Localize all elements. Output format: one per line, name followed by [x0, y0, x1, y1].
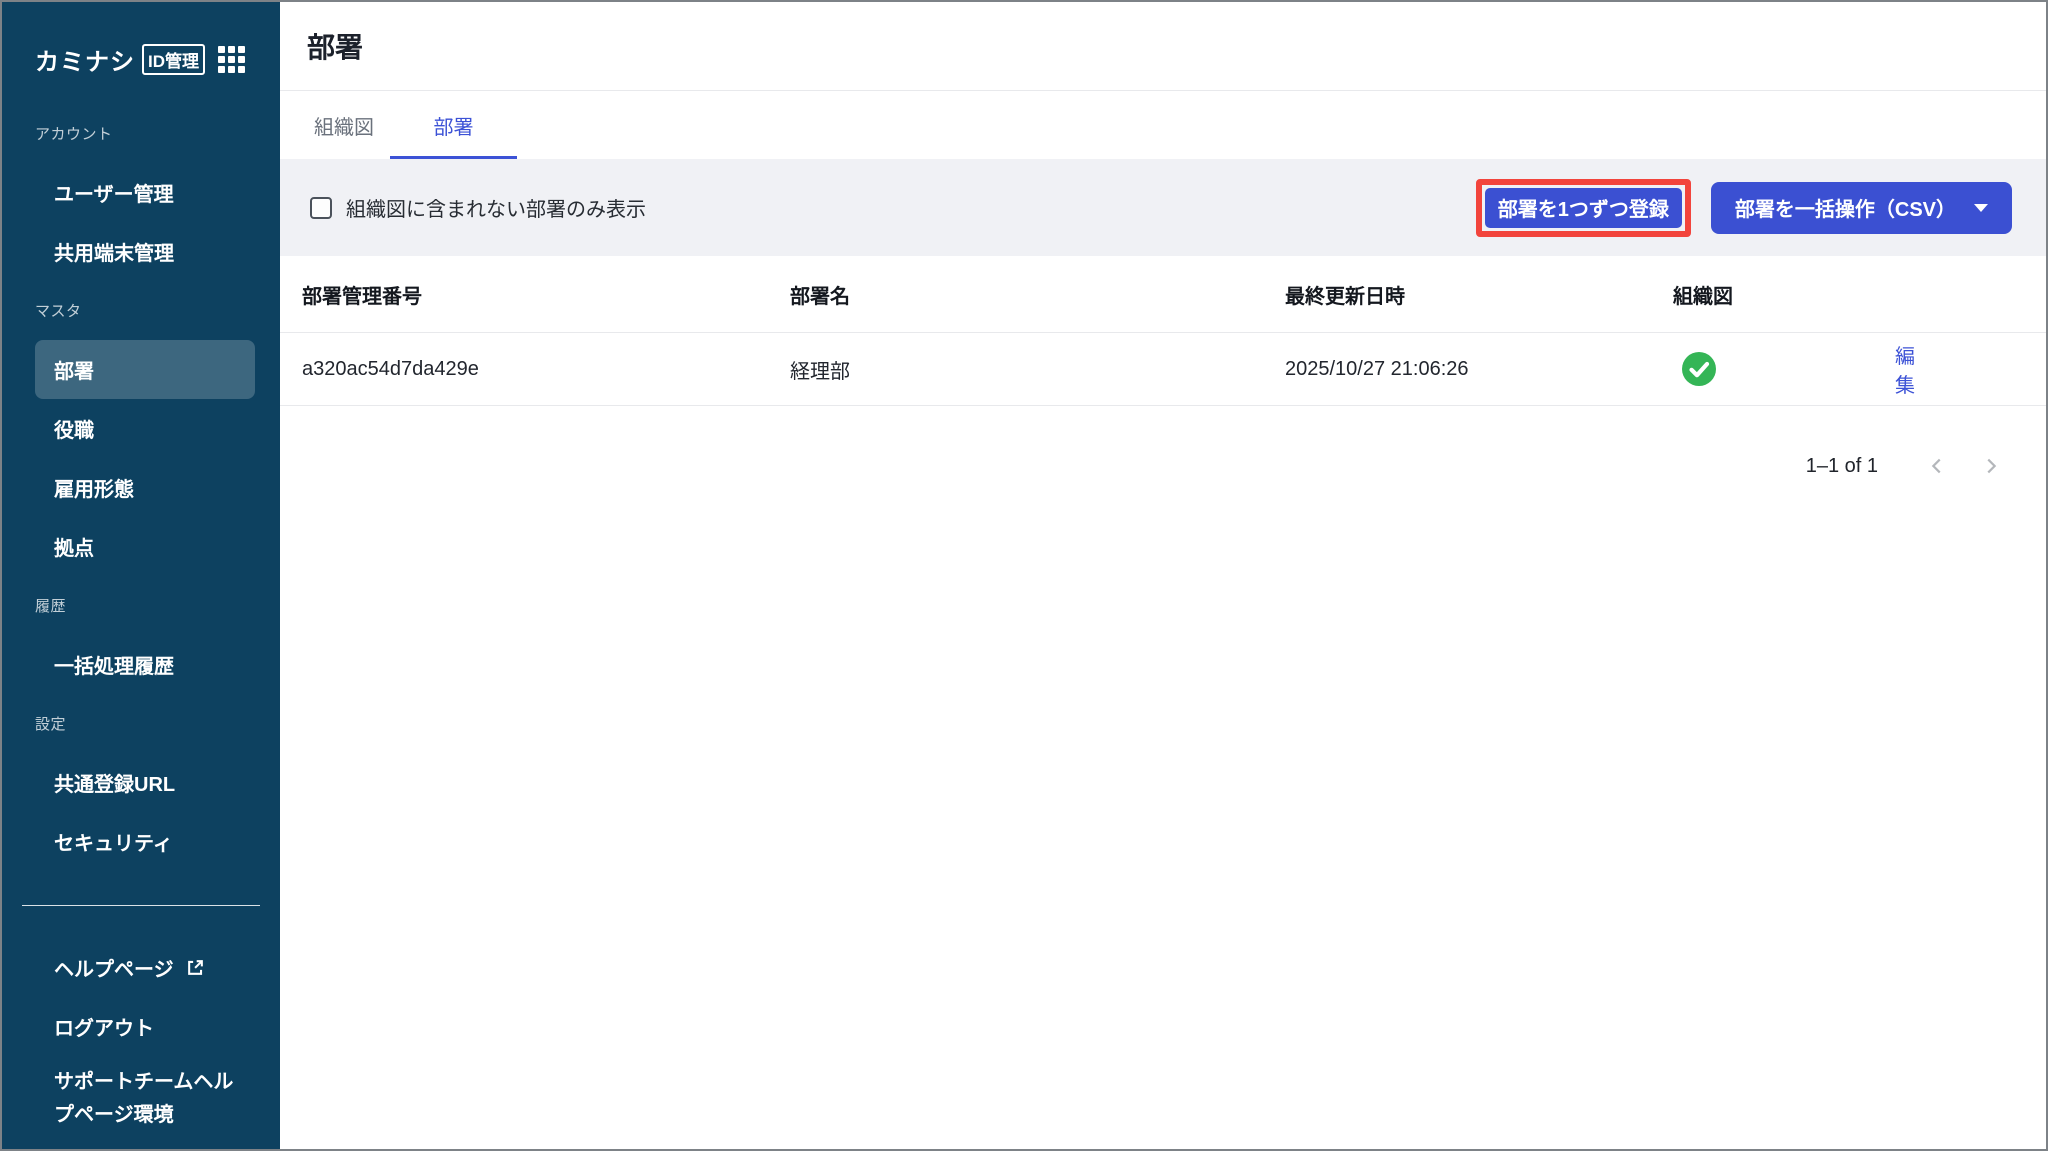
sidebar-item-user-management[interactable]: ユーザー管理: [35, 163, 255, 222]
logo-row: カミナシ ID管理: [2, 2, 280, 104]
support-help-label: サポートチームヘルプページ環境: [54, 1071, 234, 1126]
action-buttons: 部署を1つずつ登録 部署を一括操作（CSV）: [1475, 178, 2012, 237]
column-header-department-name: 部署名: [790, 285, 850, 308]
sidebar-item-batch-history[interactable]: 一括処理履歴: [35, 635, 255, 694]
register-department-button[interactable]: 部署を1つずつ登録: [1484, 187, 1682, 228]
apps-grid-icon[interactable]: [218, 45, 245, 73]
brand-logo: カミナシ: [35, 48, 135, 76]
help-page-label: ヘルプページ: [54, 959, 174, 981]
tab-org-chart[interactable]: 組織図: [298, 91, 390, 159]
dropdown-caret-icon: [1974, 203, 1988, 212]
edit-link[interactable]: 編集: [1895, 346, 1915, 397]
chevron-left-icon: [1931, 458, 1941, 474]
nav-section-account: アカウント: [35, 126, 113, 143]
sidebar-divider: [22, 905, 260, 906]
filter-bar: 組織図に含まれない部署のみ表示 部署を1つずつ登録 部署を一括操作（CSV）: [280, 159, 2046, 256]
sidebar-item-positions[interactable]: 役職: [35, 399, 255, 458]
brand-badge: ID管理: [142, 43, 205, 75]
sidebar-item-locations[interactable]: 拠点: [35, 517, 255, 576]
sidebar-item-security[interactable]: セキュリティ: [35, 812, 255, 871]
nav-section-history: 履歴: [35, 598, 67, 615]
cell-org-chart: [1673, 351, 1883, 387]
logout-label: ログアウト: [54, 1018, 154, 1040]
org-chart-filter-label[interactable]: 組織図に含まれない部署のみ表示: [346, 193, 646, 222]
column-header-org-chart: 組織図: [1673, 285, 1733, 308]
pagination-range-label: 1–1 of 1: [1805, 454, 1878, 477]
sidebar-item-support-team-help[interactable]: サポートチームヘルプページ環境: [35, 1056, 255, 1132]
sidebar-item-logout[interactable]: ログアウト: [35, 997, 255, 1056]
pagination: 1–1 of 1: [280, 450, 2046, 482]
nav-section-settings: 設定: [35, 716, 67, 733]
table-row: a320ac54d7da429e 経理部 2025/10/27 21:06:26…: [280, 333, 2046, 406]
pagination-next-button[interactable]: [1975, 450, 2007, 482]
nav-section-master: マスタ: [35, 303, 82, 320]
org-chart-filter-checkbox[interactable]: [310, 196, 332, 219]
sidebar-item-employment-types[interactable]: 雇用形態: [35, 458, 255, 517]
main-content: 部署 組織図 部署 組織図に含まれない部署のみ表示 部署を1つずつ登録 部署を一…: [280, 2, 2046, 1149]
app-window: カミナシ ID管理 アカウント ユーザー管理 共用端末管理 マスタ 部署 役職 …: [0, 0, 2048, 1151]
pagination-prev-button[interactable]: [1921, 450, 1953, 482]
cell-department-id: a320ac54d7da429e: [302, 357, 479, 380]
bulk-csv-button[interactable]: 部署を一括操作（CSV）: [1710, 181, 2012, 234]
cell-actions: 編集: [1883, 340, 2046, 398]
sidebar-nav: アカウント ユーザー管理 共用端末管理 マスタ 部署 役職 雇用形態 拠点 履歴…: [2, 104, 280, 871]
cell-last-updated: 2025/10/27 21:06:26: [1285, 357, 1469, 380]
column-header-last-updated: 最終更新日時: [1285, 285, 1405, 308]
sidebar-item-help-page[interactable]: ヘルプページ: [35, 938, 255, 997]
sidebar-footer: ヘルプページ ログアウト サポートチームヘルプページ環境: [2, 938, 280, 1132]
annotation-highlight: 部署を1つずつ登録: [1475, 178, 1691, 237]
sidebar-item-departments[interactable]: 部署: [35, 340, 255, 399]
org-chart-check-icon: [1682, 352, 1716, 386]
tab-departments[interactable]: 部署: [390, 91, 517, 159]
cell-department-name: 経理部: [790, 360, 850, 383]
sidebar: カミナシ ID管理 アカウント ユーザー管理 共用端末管理 マスタ 部署 役職 …: [2, 2, 280, 1149]
sidebar-item-shared-device-management[interactable]: 共用端末管理: [35, 222, 255, 281]
page-title: 部署: [307, 32, 364, 63]
external-link-icon: [186, 958, 205, 977]
chevron-right-icon: [1987, 458, 1997, 474]
sidebar-item-common-registration-url[interactable]: 共通登録URL: [35, 753, 255, 812]
table-header: 部署管理番号 部署名 最終更新日時 組織図: [280, 256, 2046, 333]
bulk-csv-button-label: 部署を一括操作（CSV）: [1734, 199, 1956, 221]
column-header-department-id: 部署管理番号: [302, 285, 422, 308]
tab-bar: 組織図 部署: [280, 91, 2046, 159]
page-header: 部署: [280, 2, 2046, 91]
